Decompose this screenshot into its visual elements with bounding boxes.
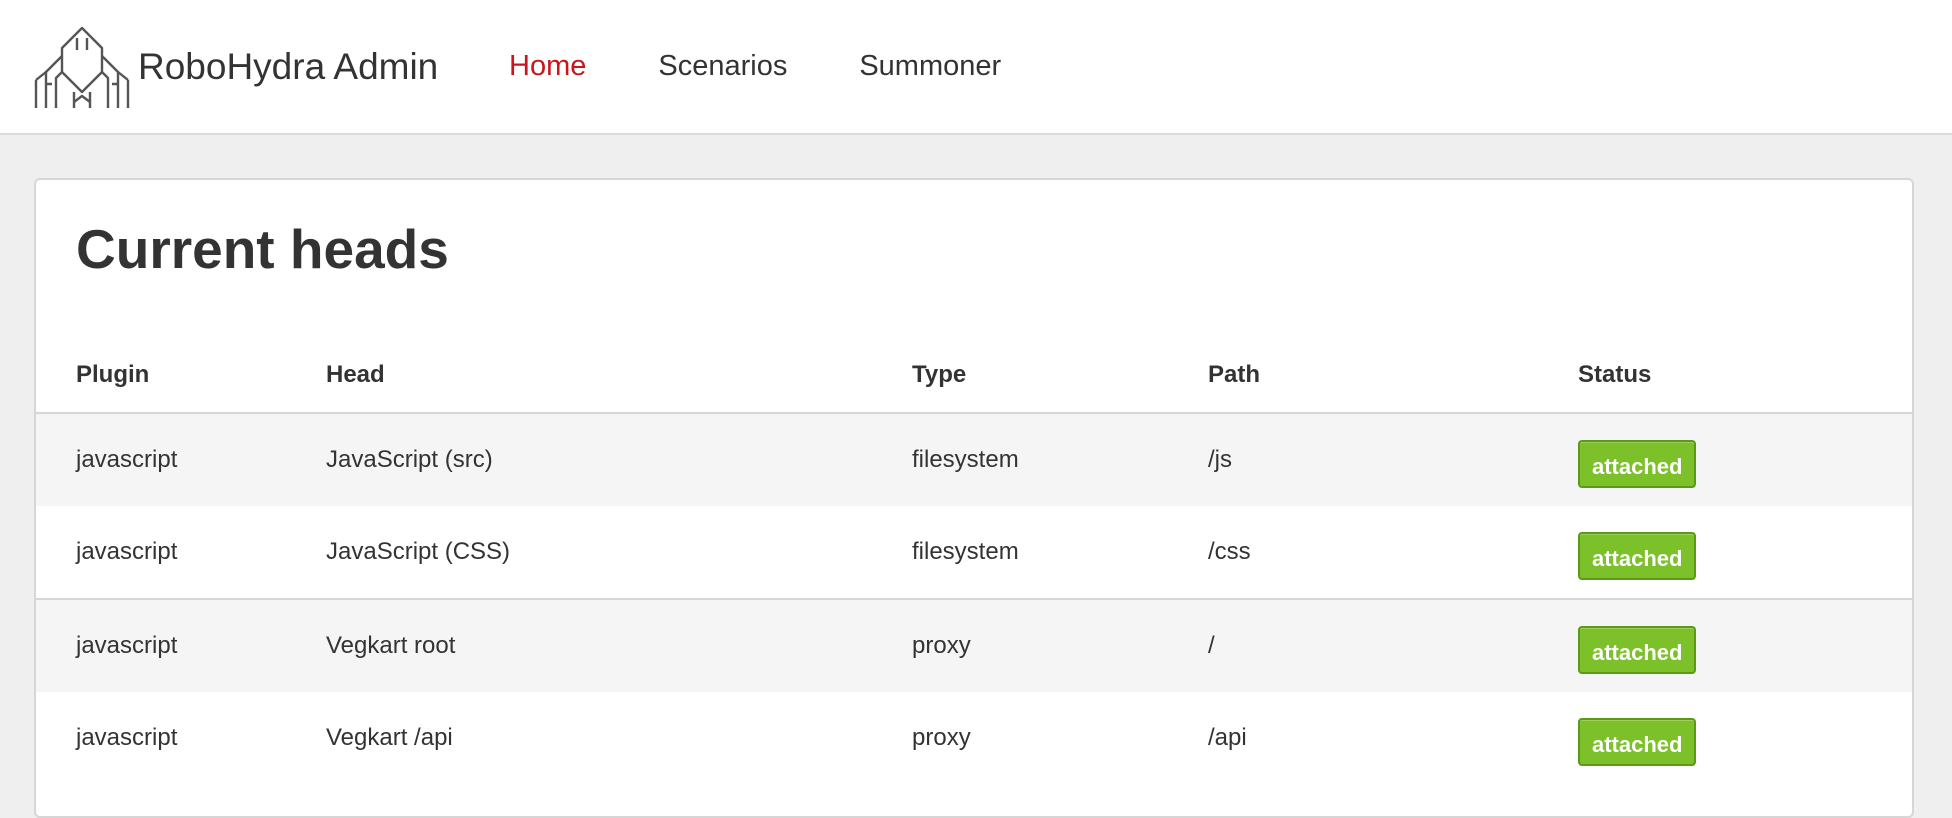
cell-status: attached (1578, 413, 1912, 506)
top-navbar: RoboHydra Admin Home Scenarios Summoner (0, 0, 1952, 135)
cell-path: /js (1208, 413, 1578, 506)
cell-type: proxy (912, 724, 971, 751)
status-badge-attached[interactable]: attached (1578, 626, 1697, 674)
nav-item-scenarios[interactable]: Scenarios (658, 50, 787, 83)
column-header-type: Type (912, 338, 1208, 414)
status-badge-attached[interactable]: attached (1578, 718, 1697, 766)
table-header-row: Plugin Head Type Path Status (36, 338, 1912, 414)
column-header-status: Status (1578, 338, 1912, 414)
cell-status: attached (1578, 692, 1912, 784)
brand-title: RoboHydra Admin (138, 46, 439, 87)
cell-status: attached (1578, 506, 1912, 599)
cell-head: JavaScript (CSS) (326, 538, 511, 565)
current-heads-panel: Current heads Plugin Head Type Path Stat… (34, 178, 1914, 818)
column-header-head: Head (326, 338, 912, 414)
hydra-logo-icon (34, 26, 130, 108)
page-title: Current heads (76, 218, 449, 280)
cell-plugin: javascript (76, 724, 178, 751)
table-row: javascript JavaScript (CSS) filesystem /… (36, 506, 1912, 599)
cell-head: JavaScript (src) (326, 413, 912, 506)
cell-plugin: javascript (36, 598, 326, 692)
heads-table: Plugin Head Type Path Status javascript … (36, 338, 1912, 784)
cell-path: / (1208, 598, 1578, 692)
table-row: javascript Vegkart /api proxy /api attac… (36, 692, 1912, 784)
status-badge-attached[interactable]: attached (1578, 532, 1697, 580)
cell-type: filesystem (912, 538, 1019, 565)
cell-type: proxy (912, 598, 1208, 692)
cell-type: filesystem (912, 413, 1208, 506)
nav-item-summoner[interactable]: Summoner (859, 50, 1001, 83)
cell-head: Vegkart root (326, 598, 912, 692)
column-header-plugin: Plugin (36, 338, 326, 414)
cell-plugin: javascript (36, 413, 326, 506)
nav-item-home[interactable]: Home (509, 50, 586, 83)
status-badge-attached[interactable]: attached (1578, 440, 1697, 488)
column-header-path: Path (1208, 338, 1578, 414)
cell-head: Vegkart /api (326, 724, 453, 751)
table-row: javascript Vegkart root proxy / attached (36, 598, 1912, 692)
table-row: javascript JavaScript (src) filesystem /… (36, 413, 1912, 506)
main-nav: Home Scenarios Summoner (509, 0, 1073, 135)
cell-path: /css (1208, 538, 1251, 565)
cell-plugin: javascript (76, 538, 178, 565)
cell-status: attached (1578, 598, 1912, 692)
brand-link[interactable]: RoboHydra Admin (32, 4, 438, 132)
cell-path: /api (1208, 724, 1247, 751)
